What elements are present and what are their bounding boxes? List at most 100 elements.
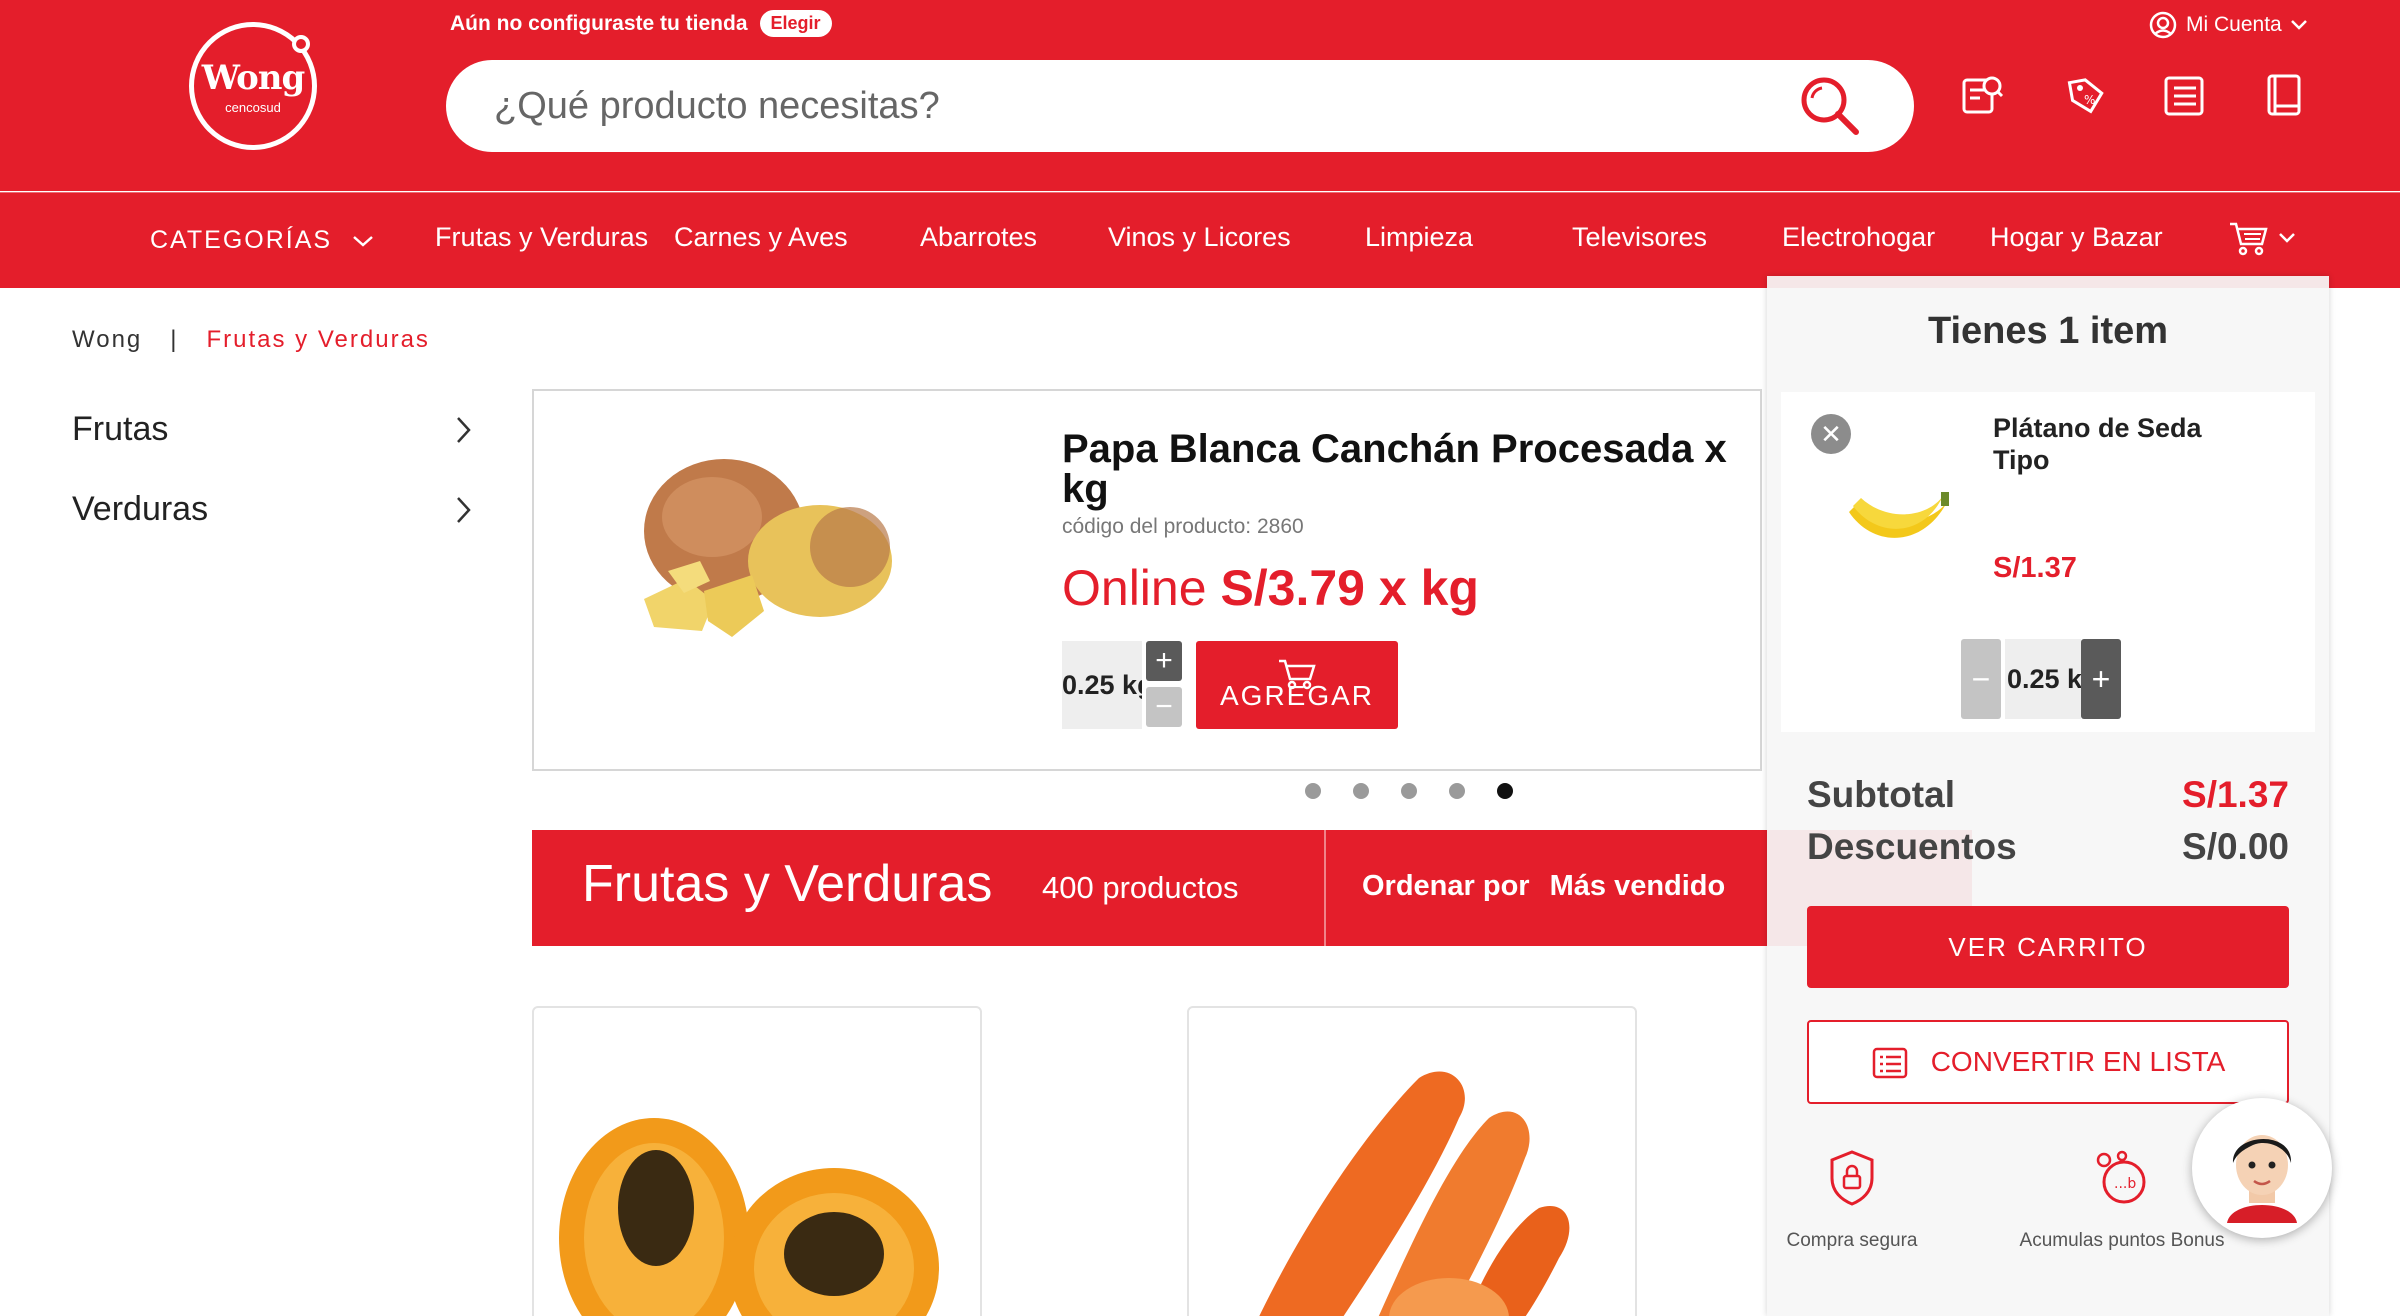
product-card-carrot[interactable] [1187, 1006, 1637, 1316]
discount-label: Descuentos [1807, 826, 2017, 867]
sidebar-item-frutas[interactable]: Frutas [72, 410, 472, 449]
breadcrumb-separator: | [170, 326, 179, 353]
product-code: código del producto: 2860 [1062, 515, 1304, 538]
shopping-list-icon[interactable] [2162, 72, 2206, 123]
search-icon[interactable] [1798, 74, 1862, 143]
convert-to-list-button[interactable]: CONVERTIR EN LISTA [1807, 1020, 2289, 1104]
cart-quantity-decrease-button[interactable]: − [1961, 639, 2001, 719]
search-bar [446, 60, 1914, 152]
nav-divider [0, 192, 2400, 193]
benefit-secure-label: Compra segura [1786, 1230, 1918, 1251]
store-note-text: Aún no configuraste tu tienda [450, 11, 748, 35]
logo-dot [292, 35, 310, 53]
assistant-avatar-icon [2227, 1135, 2297, 1223]
order-search-icon[interactable] [1960, 72, 2004, 123]
nav-item-frutas-verduras[interactable]: Frutas y Verduras [435, 222, 648, 253]
featured-product-card: Papa Blanca Canchán Procesada x kg códig… [532, 389, 1762, 771]
sort-value: Más vendido [1549, 870, 1726, 902]
categories-label: CATEGORÍAS [150, 226, 333, 254]
bonus-points-icon: ...b [2096, 1150, 2146, 1204]
cart-button[interactable] [2228, 220, 2296, 256]
nav-item-carnes-aves[interactable]: Carnes y Aves [674, 222, 848, 253]
category-nav: CATEGORÍAS Frutas y Verduras Carnes y Av… [0, 192, 2400, 288]
breadcrumb-current[interactable]: Frutas y Verduras [207, 326, 430, 354]
shopping-cart-icon [2230, 222, 2268, 256]
subtotal-label: Subtotal [1807, 774, 1955, 815]
nav-item-televisores[interactable]: Televisores [1572, 222, 1707, 253]
banner-divider [1324, 830, 1326, 946]
breadcrumb: Wong | Frutas y Verduras [72, 326, 430, 354]
choose-store-button[interactable]: Elegir [759, 10, 832, 37]
store-selector: Aún no configuraste tu tienda Elegir [450, 10, 832, 37]
logo-text: Wong [201, 57, 306, 98]
nav-item-abarrotes[interactable]: Abarrotes [920, 222, 1037, 253]
chevron-down-icon [2279, 233, 2295, 243]
product-image-potato[interactable] [624, 451, 904, 656]
add-to-cart-button[interactable]: AGREGAR [1196, 641, 1398, 729]
account-label: Mi Cuenta [2186, 13, 2282, 36]
cart-item-image-banana [1843, 482, 1953, 557]
category-title: Frutas y Verduras [582, 855, 993, 913]
product-price: Online S/3.79 x kg [1062, 559, 1479, 617]
carousel-dot[interactable] [1353, 783, 1369, 799]
nav-item-vinos-licores[interactable]: Vinos y Licores [1108, 222, 1291, 253]
cart-item-price: S/1.37 [1993, 552, 2077, 584]
sidebar-item-label: Verduras [72, 490, 209, 528]
chevron-down-icon [353, 235, 373, 247]
product-image-papaya [559, 1118, 939, 1316]
my-account-menu[interactable]: Mi Cuenta [2148, 10, 2308, 40]
nav-item-electrohogar[interactable]: Electrohogar [1782, 222, 1935, 253]
convert-list-label: CONVERTIR EN LISTA [1930, 1046, 2226, 1077]
cart-item: ✕ Plátano de Seda Tipo S/1.37 − 0.25 kg … [1781, 392, 2315, 732]
discount-row: Descuentos S/0.00 [1807, 826, 2289, 868]
remove-item-button[interactable]: ✕ [1811, 414, 1851, 454]
price-prefix: Online [1062, 560, 1207, 616]
breadcrumb-home[interactable]: Wong [72, 326, 142, 354]
chevron-right-icon [457, 496, 471, 523]
chevron-down-icon [2290, 20, 2307, 30]
carousel-dot[interactable] [1305, 783, 1321, 799]
chevron-right-icon [457, 416, 471, 443]
sidebar-item-label: Frutas [72, 410, 169, 448]
catalog-book-icon[interactable] [2264, 72, 2304, 123]
benefit-points-label: Acumulas puntos Bonus [2019, 1230, 2225, 1251]
sort-label: Ordenar por [1362, 870, 1530, 902]
top-header: Wong cencosud Aún no configuraste tu tie… [0, 0, 2400, 191]
product-name[interactable]: Papa Blanca Canchán Procesada x kg [1062, 429, 1762, 509]
product-image-carrot [1259, 1071, 1570, 1316]
nav-item-limpieza[interactable]: Limpieza [1365, 222, 1473, 253]
sidebar-item-verduras[interactable]: Verduras [72, 490, 472, 529]
carousel-dot[interactable] [1401, 783, 1417, 799]
carousel-dot[interactable] [1449, 783, 1465, 799]
svg-text:...b: ...b [2114, 1176, 2136, 1192]
carousel-dots [1305, 783, 1513, 799]
wong-logo[interactable]: Wong cencosud [189, 22, 317, 150]
subtotal-value: S/1.37 [2182, 774, 2289, 815]
offers-tag-icon[interactable]: % [2064, 72, 2108, 123]
price-value: S/3.79 x kg [1220, 560, 1479, 616]
carousel-dot[interactable] [1497, 783, 1513, 799]
search-input[interactable] [494, 80, 1694, 132]
virtual-assistant-button[interactable] [2192, 1098, 2332, 1238]
svg-text:%: % [2084, 93, 2095, 107]
benefit-secure-purchase: Compra segura [1777, 1148, 1927, 1252]
shield-lock-icon [1830, 1150, 1874, 1206]
subtotal-row: Subtotal S/1.37 [1807, 774, 2289, 816]
cart-quantity-increase-button[interactable]: + [2081, 639, 2121, 719]
product-count: 400 productos [1042, 870, 1239, 905]
view-cart-button[interactable]: VER CARRITO [1807, 906, 2289, 988]
discount-value: S/0.00 [2182, 826, 2289, 867]
cart-quantity-field[interactable]: 0.25 kg [2005, 639, 2081, 719]
categories-menu[interactable]: CATEGORÍAS [150, 226, 374, 255]
cart-item-name[interactable]: Plátano de Seda Tipo [1993, 412, 2223, 477]
sort-dropdown[interactable]: Ordenar por Más vendido [1362, 870, 1725, 903]
account-headset-icon [2149, 11, 2177, 39]
quantity-field[interactable]: 0.25 kg [1062, 641, 1142, 729]
nav-item-hogar-bazar[interactable]: Hogar y Bazar [1990, 222, 2163, 253]
quantity-decrease-button[interactable]: − [1146, 687, 1182, 727]
list-icon [1872, 1047, 1907, 1079]
product-card-papaya[interactable] [532, 1006, 982, 1316]
cart-title: Tienes 1 item [1927, 310, 2169, 352]
quantity-increase-button[interactable]: + [1146, 641, 1182, 681]
add-to-cart-label: AGREGAR [1219, 680, 1375, 711]
